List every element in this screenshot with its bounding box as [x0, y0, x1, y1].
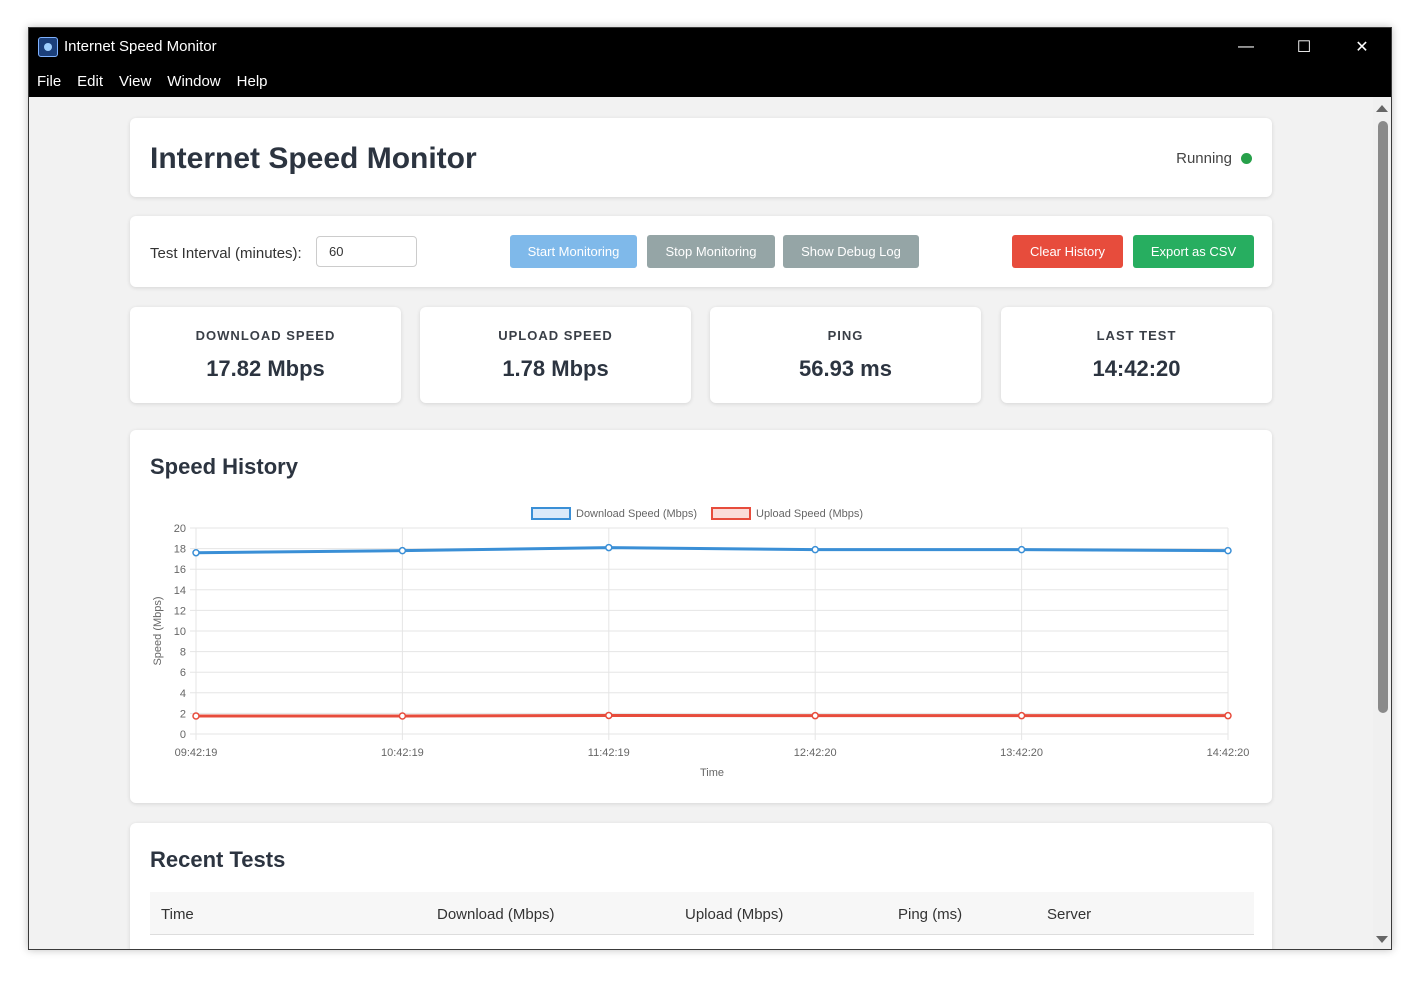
menu-help[interactable]: Help — [237, 73, 268, 90]
download-speed-card: DOWNLOAD SPEED 17.82 Mbps — [130, 307, 401, 403]
x-tick-label: 11:42:19 — [588, 747, 630, 759]
menu-bar: File Edit View Window Help — [29, 65, 1391, 97]
stat-label: UPLOAD SPEED — [498, 328, 613, 343]
upload-speed-value: 1.78 Mbps — [502, 356, 609, 381]
last-test-value: 14:42:20 — [1092, 356, 1181, 381]
start-monitoring-button[interactable]: Start Monitoring — [510, 235, 637, 268]
status-text: Running — [1176, 150, 1232, 167]
legend-download-label: Download Speed (Mbps) — [576, 508, 697, 520]
y-tick-label: 0 — [180, 729, 186, 741]
download-data-point — [1017, 545, 1026, 554]
window-controls: — ☐ ✕ — [1217, 28, 1391, 65]
scroll-up-arrow-icon[interactable] — [1376, 105, 1388, 112]
x-tick-label: 14:42:20 — [1207, 747, 1250, 759]
menu-view[interactable]: View — [119, 73, 151, 90]
y-axis-title: Speed (Mbps) — [152, 596, 164, 665]
legend-upload-swatch — [711, 507, 751, 520]
interval-label: Test Interval (minutes): — [150, 245, 302, 262]
window-title: Internet Speed Monitor — [64, 38, 217, 55]
upload-data-point — [398, 712, 407, 720]
stat-label: LAST TEST — [1096, 328, 1177, 343]
column-header-time[interactable]: Time — [161, 906, 194, 923]
download-data-point — [605, 543, 613, 552]
speed-history-chart: 0 2 4 6 8 10 12 14 16 18 20 09:42:19 10:42:19 11:42:1… — [152, 507, 1250, 779]
upload-data-point — [192, 712, 200, 720]
x-axis-title: Time — [700, 767, 724, 779]
page-title: Internet Speed Monitor — [150, 142, 477, 175]
recent-tests-title: Recent Tests — [150, 847, 286, 872]
app-window: Internet Speed Monitor — ☐ ✕ File Edit V… — [28, 27, 1392, 950]
show-debug-log-button[interactable]: Show Debug Log — [783, 235, 919, 268]
ping-value: 56.93 ms — [799, 356, 892, 381]
speed-history-card: Speed History 0 2 4 6 8 10 12 14 16 18 20 09:42:19 1… — [130, 430, 1272, 803]
y-tick-label: 18 — [174, 544, 186, 556]
stop-monitoring-button[interactable]: Stop Monitoring — [647, 235, 775, 268]
ping-card: PING 56.93 ms — [710, 307, 981, 403]
app-icon — [38, 36, 58, 57]
scroll-thumb[interactable] — [1378, 121, 1388, 713]
y-tick-label: 10 — [174, 626, 186, 638]
x-tick-label: 10:42:19 — [381, 747, 424, 759]
download-data-point — [1224, 546, 1232, 555]
vertical-scrollbar[interactable] — [1373, 97, 1391, 949]
recent-tests-card: Recent Tests Time Download (Mbps) Upload… — [130, 823, 1272, 949]
column-header-ping[interactable]: Ping (ms) — [898, 906, 962, 923]
table-header-row: Time Download (Mbps) Upload (Mbps) Ping … — [150, 892, 1254, 935]
status-indicator-icon — [1241, 153, 1252, 164]
download-data-point — [811, 545, 819, 554]
clear-history-button[interactable]: Clear History — [1012, 235, 1123, 268]
download-data-point — [192, 548, 200, 557]
interval-input[interactable] — [316, 236, 417, 267]
y-tick-label: 12 — [174, 605, 186, 617]
maximize-button[interactable]: ☐ — [1275, 28, 1333, 65]
export-csv-button[interactable]: Export as CSV — [1133, 235, 1254, 268]
download-speed-value: 17.82 Mbps — [206, 356, 325, 381]
download-data-point — [398, 546, 407, 555]
y-tick-label: 2 — [180, 708, 186, 720]
upload-data-point — [811, 711, 819, 720]
y-tick-label: 4 — [180, 688, 186, 700]
x-tick-label: 09:42:19 — [175, 747, 218, 759]
header-card: Internet Speed Monitor Running — [130, 118, 1272, 197]
upload-data-point — [605, 711, 613, 720]
y-tick-label: 20 — [174, 523, 186, 535]
menu-edit[interactable]: Edit — [77, 73, 103, 90]
legend-download-swatch — [531, 507, 571, 520]
x-tick-label: 13:42:20 — [1000, 747, 1043, 759]
y-tick-label: 14 — [174, 585, 186, 597]
upload-data-point — [1017, 711, 1026, 720]
menu-file[interactable]: File — [37, 73, 61, 90]
column-header-server[interactable]: Server — [1047, 906, 1091, 923]
minimize-button[interactable]: — — [1217, 28, 1275, 65]
scroll-down-arrow-icon[interactable] — [1376, 936, 1388, 943]
upload-data-point — [1224, 711, 1232, 720]
y-tick-label: 6 — [180, 667, 186, 679]
menu-window[interactable]: Window — [167, 73, 220, 90]
stat-label: DOWNLOAD SPEED — [195, 328, 336, 343]
x-tick-label: 12:42:20 — [794, 747, 837, 759]
upload-speed-card: UPLOAD SPEED 1.78 Mbps — [420, 307, 691, 403]
y-tick-label: 16 — [174, 564, 186, 576]
column-header-download[interactable]: Download (Mbps) — [437, 906, 555, 923]
upload-series-line — [196, 713, 1228, 718]
controls-card: Test Interval (minutes): Start Monitorin… — [130, 216, 1272, 287]
column-header-upload[interactable]: Upload (Mbps) — [685, 906, 783, 923]
main-content: Internet Speed Monitor Running Test Inte… — [29, 97, 1375, 949]
close-button[interactable]: ✕ — [1333, 28, 1391, 65]
y-tick-label: 8 — [180, 647, 186, 659]
title-bar: Internet Speed Monitor — ☐ ✕ — [29, 28, 1391, 65]
stat-label: PING — [827, 328, 864, 343]
last-test-card: LAST TEST 14:42:20 — [1001, 307, 1272, 403]
legend-upload-label: Upload Speed (Mbps) — [756, 508, 863, 520]
